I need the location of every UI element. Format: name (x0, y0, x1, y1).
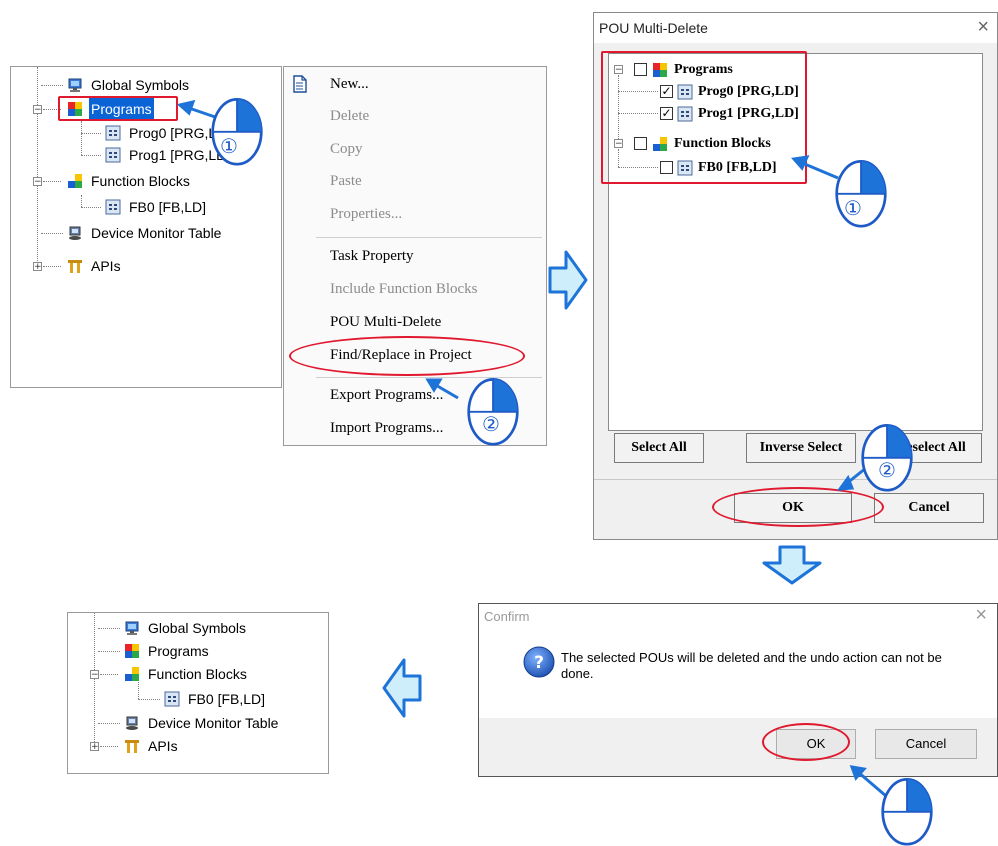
tree-item-label: APIs (148, 738, 178, 754)
menu-item-include-function-blocks[interactable]: Include Function Blocks (330, 277, 477, 301)
mouse-callout-4: ② (860, 420, 914, 492)
pou-icon (105, 199, 121, 215)
tree-item-label: Global Symbols (91, 77, 190, 93)
mouse-icon (880, 774, 934, 846)
confirm-dialog: Confirm × ? The selected POUs will be de… (478, 603, 998, 777)
arrow-left-icon (382, 658, 422, 718)
confirm-message: The selected POUs will be deleted and th… (561, 650, 942, 681)
dialog-title: POU Multi-Delete (599, 20, 708, 36)
step-number: ② (878, 458, 896, 482)
mouse-callout-5 (880, 774, 934, 846)
tree-item-label: Global Symbols (148, 620, 247, 636)
arrow-down-icon (762, 545, 822, 585)
tree-item-label: FB0 [FB,LD] (129, 199, 207, 215)
tree-item-label: Function Blocks (148, 666, 247, 682)
pou-icon (105, 147, 121, 163)
collapse-function-blocks-icon[interactable]: − (33, 177, 42, 187)
expand-apis-icon[interactable]: + (33, 262, 42, 272)
menu-item-import-programs[interactable]: Import Programs... (330, 416, 443, 440)
menu-separator (316, 237, 542, 238)
highlight-ok-button (712, 487, 884, 527)
menu-item-pou-multi-delete[interactable]: POU Multi-Delete (330, 310, 441, 334)
step-number: ① (220, 134, 238, 158)
tree-item-label: Device Monitor Table (148, 715, 279, 731)
mouse-callout-1: ① (210, 94, 264, 166)
close-icon[interactable]: × (977, 16, 989, 39)
apis-icon (67, 258, 83, 274)
expand-apis-icon[interactable]: + (90, 742, 99, 752)
highlight-confirm-ok (762, 723, 850, 761)
menu-item-properties[interactable]: Properties... (330, 202, 402, 226)
highlight-pou-tree (601, 51, 807, 184)
dialog-titlebar: POU Multi-Delete × (594, 13, 997, 43)
apis-icon (124, 738, 140, 754)
project-tree-after: Global Symbols Programs − Function Block… (67, 612, 329, 774)
global-symbols-icon (124, 620, 140, 636)
dialog-divider (594, 479, 997, 480)
mouse-callout-3: ① (834, 156, 888, 228)
global-symbols-icon (67, 77, 83, 93)
step-number: ① (844, 196, 862, 220)
collapse-programs-icon[interactable]: − (33, 105, 42, 115)
tree-item-label: Device Monitor Table (91, 225, 222, 241)
close-icon[interactable]: × (975, 604, 987, 627)
arrow-right-icon (548, 250, 588, 310)
mouse-callout-2: ② (466, 374, 520, 446)
question-icon: ? (523, 646, 555, 678)
pou-icon (105, 125, 121, 141)
menu-item-export-programs[interactable]: Export Programs... (330, 383, 443, 407)
cancel-button[interactable]: Cancel (874, 493, 984, 523)
collapse-function-blocks-icon[interactable]: − (90, 670, 99, 680)
menu-item-new[interactable]: New... (330, 72, 369, 96)
step-number: ② (482, 412, 500, 436)
select-all-button[interactable]: Select All (614, 433, 704, 463)
programs-icon (124, 643, 140, 659)
device-monitor-icon (124, 715, 140, 731)
tree-item-label: Function Blocks (91, 173, 190, 189)
tree-item-label: Programs (148, 643, 209, 659)
svg-text:?: ? (534, 653, 544, 673)
highlight-programs (58, 96, 178, 121)
highlight-find-replace (289, 336, 525, 376)
menu-item-task-property[interactable]: Task Property (330, 244, 414, 268)
pou-icon (164, 691, 180, 707)
inverse-select-button[interactable]: Inverse Select (746, 433, 856, 463)
tree-item-label: FB0 [FB,LD] (188, 691, 266, 707)
menu-item-delete[interactable]: Delete (330, 104, 369, 128)
function-blocks-icon (124, 666, 140, 682)
new-file-icon (293, 75, 307, 93)
menu-item-paste[interactable]: Paste (330, 169, 362, 193)
dialog-title: Confirm (484, 609, 530, 624)
function-blocks-icon (67, 173, 83, 189)
device-monitor-icon (67, 225, 83, 241)
menu-item-copy[interactable]: Copy (330, 137, 363, 161)
tree-item-label: APIs (91, 258, 121, 274)
cancel-button[interactable]: Cancel (875, 729, 977, 759)
